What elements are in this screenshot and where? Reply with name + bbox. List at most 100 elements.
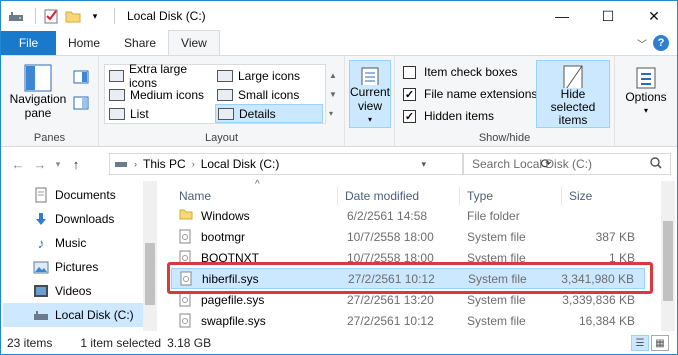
nav-item-music[interactable]: ♪ Music (1, 231, 143, 255)
nav-item-videos[interactable]: Videos (1, 279, 143, 303)
tab-view[interactable]: View (168, 30, 220, 55)
navigation-pane: Documents Downloads ♪ Music Pictures Vid… (1, 181, 157, 331)
explorer-window: ▾ Local Disk (C:) — ☐ ✕ File Home Share … (0, 0, 678, 355)
tab-share[interactable]: Share (112, 31, 168, 55)
preview-pane-icon[interactable] (73, 70, 89, 87)
folder-icon (179, 208, 193, 224)
file-type: System file (467, 313, 526, 328)
small-icons-icon (217, 88, 233, 101)
column-header-size[interactable]: Size (569, 189, 592, 203)
medium-icons-option[interactable]: Medium icons (107, 85, 212, 104)
breadcrumb-local-disk[interactable]: Local Disk (C:) (201, 157, 280, 171)
videos-icon (33, 283, 49, 299)
breadcrumb-this-pc[interactable]: This PC (143, 157, 186, 171)
column-header-type[interactable]: Type (467, 189, 493, 203)
navigation-pane-button[interactable]: Navigation pane (7, 64, 69, 120)
extra-large-icons-option[interactable]: Extra large icons (107, 62, 212, 90)
drive-icon[interactable] (7, 7, 25, 25)
nav-item-downloads[interactable]: Downloads (1, 207, 143, 231)
large-icons-icon (217, 69, 233, 82)
file-name-extensions-toggle[interactable]: ✓ File name extensions (403, 84, 537, 104)
address-dropdown-icon[interactable]: ▾ (421, 159, 426, 170)
tab-file[interactable]: File (1, 31, 56, 55)
hidden-items-checkbox[interactable]: ✓ (403, 109, 416, 123)
column-header-name[interactable]: Name (179, 189, 211, 203)
hide-selected-icon (563, 65, 583, 88)
file-name: Windows (201, 208, 250, 223)
navigation-pane-icon (24, 64, 52, 92)
highlight-annotation (167, 262, 653, 294)
selection-size: 3.18 GB (167, 336, 212, 350)
recent-locations-icon[interactable]: ▾ (51, 153, 65, 175)
minimize-button[interactable]: — (539, 1, 585, 31)
item-check-boxes-checkbox[interactable] (403, 65, 416, 79)
file-name: pagefile.sys (201, 292, 265, 307)
file-date: 6/2/2561 14:58 (347, 208, 428, 223)
maximize-button[interactable]: ☐ (585, 1, 631, 31)
up-button[interactable]: ↑ (65, 153, 87, 175)
table-row[interactable]: bootmgr 10/7/2558 18:00 System file 387 … (171, 226, 645, 247)
medium-icons-icon (109, 88, 125, 101)
details-view-icon[interactable]: ☰ (631, 335, 649, 351)
file-name-extensions-label: File name extensions (424, 87, 538, 101)
breadcrumb-chevron-icon[interactable]: › (192, 159, 195, 169)
current-view-button[interactable]: Current view ▾ (349, 60, 391, 128)
file-list-scrollbar[interactable] (661, 181, 675, 331)
hidden-items-toggle[interactable]: ✓ Hidden items (403, 106, 494, 126)
nav-scrollbar[interactable] (143, 181, 157, 331)
chevron-down-icon: ▾ (367, 115, 372, 124)
forward-button[interactable]: → (29, 153, 51, 175)
column-separator[interactable] (459, 187, 460, 205)
column-separator[interactable] (561, 187, 562, 205)
large-icons-view-icon[interactable]: ▦ (651, 335, 669, 351)
tab-home[interactable]: Home (56, 31, 112, 55)
column-header-date[interactable]: Date modified (345, 189, 419, 203)
file-name: swapfile.sys (201, 313, 266, 328)
documents-icon (33, 187, 49, 203)
list-option[interactable]: List (107, 104, 212, 123)
small-icons-label: Small icons (238, 87, 300, 102)
search-icon[interactable] (650, 156, 662, 172)
nav-label: Documents (55, 188, 116, 202)
customize-dropdown-icon[interactable]: ▾ (86, 7, 104, 25)
large-icons-option[interactable]: Large icons (215, 66, 320, 85)
close-button[interactable]: ✕ (631, 1, 677, 31)
new-folder-icon[interactable] (64, 7, 82, 25)
properties-icon[interactable] (42, 7, 60, 25)
nav-item-local-disk[interactable]: Local Disk (C:) (3, 303, 143, 327)
layout-scroll-arrows[interactable]: ▲ ▼ ▾ (329, 66, 337, 123)
extra-large-icons-icon (109, 69, 124, 82)
hide-selected-items-button[interactable]: Hide selected items (536, 60, 610, 128)
item-count: 23 items (7, 336, 53, 350)
options-label: Options (625, 90, 667, 104)
chevron-down-icon[interactable]: ﹀ (637, 36, 647, 51)
details-pane-icon[interactable] (73, 96, 89, 113)
item-check-boxes-toggle[interactable]: Item check boxes (403, 62, 517, 82)
status-bar: 23 items 1 item selected 3.18 GB ☰ ▦ (1, 332, 677, 354)
nav-scrollbar-thumb[interactable] (145, 243, 155, 305)
ribbon: Navigation pane Panes Extra large icons … (1, 55, 677, 147)
small-icons-option[interactable]: Small icons (215, 85, 320, 104)
nav-item-pictures[interactable]: Pictures (1, 255, 143, 279)
nav-item-documents[interactable]: Documents (1, 183, 143, 207)
address-bar[interactable]: › This PC › Local Disk (C:) ▾ ⟳ (109, 153, 551, 175)
layout-options-box: Extra large icons Large icons Medium ico… (104, 62, 326, 124)
options-button[interactable]: Options ▾ (621, 66, 671, 118)
file-list-scrollbar-thumb[interactable] (663, 221, 673, 301)
file-name-extensions-checkbox[interactable]: ✓ (403, 87, 416, 101)
back-button[interactable]: ← (7, 153, 29, 175)
layout-group: Extra large icons Large icons Medium ico… (99, 56, 345, 146)
current-view-icon (361, 67, 379, 85)
details-option[interactable]: Details (215, 104, 323, 123)
hide-selected-items-label: Hide selected items (550, 87, 596, 127)
table-row[interactable]: swapfile.sys 27/2/2561 10:12 System file… (171, 310, 645, 331)
search-input[interactable]: Search Local Disk (C:) (463, 153, 671, 175)
nav-label: Pictures (55, 260, 99, 274)
breadcrumb-chevron-icon[interactable]: › (134, 159, 137, 169)
table-row[interactable]: Windows 6/2/2561 14:58 File folder (171, 205, 645, 226)
help-icon[interactable]: ? (653, 35, 669, 51)
file-type: System file (467, 292, 526, 307)
sort-chevron-icon: ^ (255, 179, 260, 190)
column-separator[interactable] (337, 187, 338, 205)
current-view-group: Current view ▾ (345, 56, 395, 146)
